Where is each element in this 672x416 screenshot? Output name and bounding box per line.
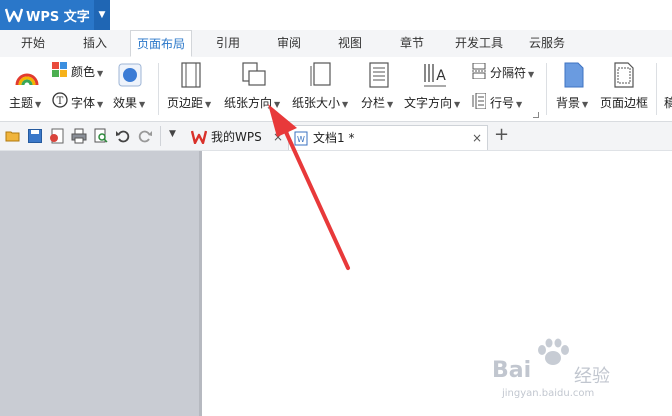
app-dropdown-icon[interactable]: ▼ xyxy=(94,0,110,30)
page-border-icon xyxy=(614,62,634,88)
watermark-brand2: 经验 xyxy=(574,366,610,387)
tab-chapters[interactable]: 章节 xyxy=(389,30,435,57)
watermark: Bai 经验 jingyan.baidu.com xyxy=(492,338,632,406)
wps-logo-icon xyxy=(5,8,23,23)
undo-icon[interactable] xyxy=(115,128,131,144)
print-icon[interactable] xyxy=(71,128,87,144)
wps-logo-icon xyxy=(191,130,207,144)
tab-references[interactable]: 引用 xyxy=(205,30,251,57)
color-palette-icon xyxy=(52,62,67,77)
tab-start[interactable]: 开始 xyxy=(10,30,56,57)
ribbon-divider xyxy=(656,63,657,115)
annotation-arrow xyxy=(268,104,350,270)
columns-icon xyxy=(369,62,389,88)
color-label: 颜色 xyxy=(71,65,96,79)
ribbon-divider xyxy=(158,63,159,115)
watermark-brand: Bai xyxy=(492,358,532,383)
toolbar-divider xyxy=(160,126,161,146)
tab-insert[interactable]: 插入 xyxy=(70,30,120,57)
breaks-label: 分隔符 xyxy=(490,66,527,80)
tab-cloud-services[interactable]: 云服务 xyxy=(522,30,572,57)
export-pdf-icon[interactable] xyxy=(49,128,65,144)
print-preview-icon[interactable] xyxy=(93,128,109,144)
tab-view[interactable]: 视图 xyxy=(327,30,373,57)
font-icon: T xyxy=(52,92,68,108)
font-label: 字体 xyxy=(71,96,96,110)
effects-icon xyxy=(118,63,142,87)
tab-developer[interactable]: 开发工具 xyxy=(449,30,509,57)
text-direction-icon: A xyxy=(424,64,446,87)
rainbow-icon xyxy=(15,73,39,86)
margins-label: 页边距 xyxy=(167,96,204,110)
app-menu-button[interactable]: WPS 文字 ▼ xyxy=(0,0,110,30)
paw-logo-icon xyxy=(538,338,569,365)
svg-text:A: A xyxy=(436,68,446,84)
text-direction-label: 文字方向 xyxy=(404,96,453,110)
tab-list-dropdown-icon[interactable]: ▼ xyxy=(169,129,176,139)
svg-text:T: T xyxy=(57,96,64,107)
app-title: WPS 文字 xyxy=(26,10,90,25)
page-break-icon xyxy=(472,63,486,79)
paper-size-icon xyxy=(310,62,331,86)
ribbon-divider xyxy=(546,63,547,115)
tab-page-layout[interactable]: 页面布局 xyxy=(130,30,192,57)
redo-icon[interactable] xyxy=(137,128,153,144)
background-label: 背景 xyxy=(556,96,581,110)
theme-label: 主题 xyxy=(9,96,34,110)
dialog-launcher-icon[interactable] xyxy=(533,112,539,118)
truncated-ribbon-label[interactable]: 稿 xyxy=(664,94,672,111)
effects-label: 效果 xyxy=(113,96,138,110)
page-orientation-icon xyxy=(242,62,266,86)
line-numbers-icon xyxy=(472,93,486,109)
open-folder-icon[interactable] xyxy=(5,128,21,144)
close-icon[interactable]: × xyxy=(472,126,482,151)
page-margins-icon xyxy=(181,62,201,88)
page-background-icon xyxy=(564,62,584,88)
new-tab-button[interactable]: + xyxy=(494,124,509,145)
watermark-url: jingyan.baidu.com xyxy=(502,388,595,399)
save-icon[interactable] xyxy=(27,128,43,144)
page-border-label: 页面边框 xyxy=(600,96,649,110)
tab-review[interactable]: 审阅 xyxy=(264,30,314,57)
menu-tab-bar: 开始 插入 页面布局 引用 审阅 视图 章节 开发工具 云服务 xyxy=(0,30,672,58)
line-numbers-label: 行号 xyxy=(490,96,515,110)
